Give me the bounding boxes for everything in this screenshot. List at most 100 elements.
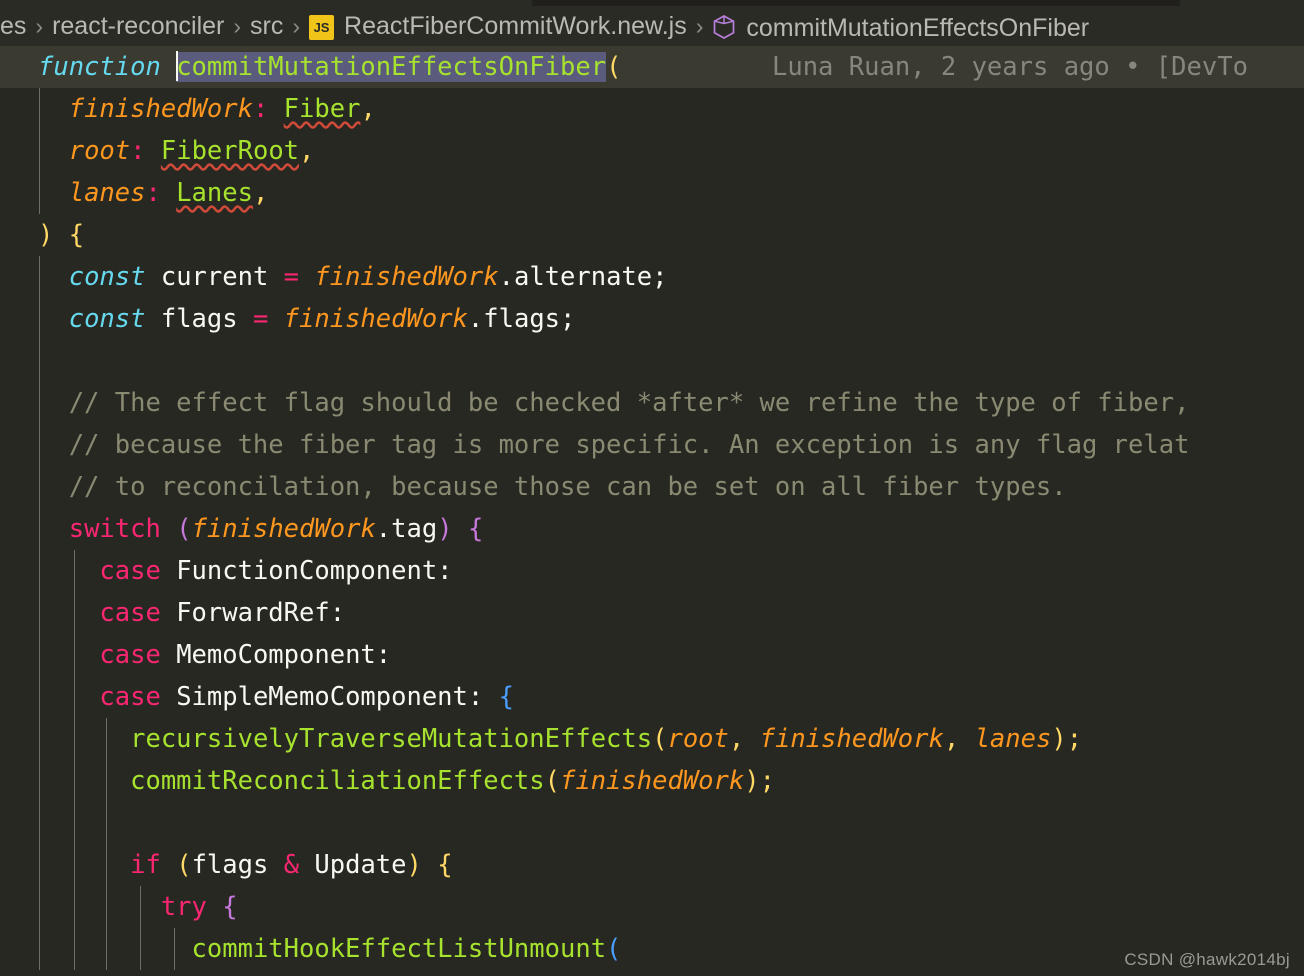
code-token: { [467, 514, 484, 544]
indent-guide [74, 718, 75, 760]
code-line[interactable]: case FunctionComponent: [0, 550, 1304, 592]
code-line[interactable]: // to reconcilation, because those can b… [0, 466, 1304, 508]
code-line[interactable]: function commitMutationEffectsOnFiber( [0, 46, 1304, 88]
code-token: , [252, 178, 269, 208]
watermark: CSDN @hawk2014bj [1124, 950, 1290, 969]
code-token: // The effect flag should be checked *af… [38, 388, 1190, 418]
code-token: ; [759, 766, 775, 796]
code-token: current [145, 262, 284, 292]
code-token: finishedWork [68, 94, 253, 124]
indent-guide [39, 634, 40, 676]
code-token: , [360, 94, 376, 124]
code-line-text: try { [38, 892, 238, 922]
code-line-text: // to reconcilation, because those can b… [38, 472, 1067, 502]
breadcrumb-item-3[interactable]: src [250, 12, 283, 41]
code-line[interactable]: case ForwardRef: [0, 592, 1304, 634]
code-token: ForwardRef: [160, 598, 346, 628]
code-line[interactable]: try { [0, 886, 1304, 928]
indent-guide [39, 298, 40, 340]
code-line[interactable]: // The effect flag should be checked *af… [0, 382, 1304, 424]
code-token: : [252, 94, 269, 124]
indent-guide [39, 256, 40, 298]
code-line[interactable]: commitHookEffectListUnmount( [0, 928, 1304, 970]
breadcrumb: es › react-reconciler › src › JS ReactFiberComm… [0, 6, 1304, 46]
indent-guide [106, 802, 107, 844]
breadcrumb-item-2[interactable]: react-reconciler [52, 12, 224, 41]
code-line[interactable] [0, 802, 1304, 844]
breadcrumb-item-4[interactable]: JS ReactFiberCommitWork.new.js [309, 12, 687, 41]
code-token: { [68, 220, 85, 250]
code-token: .flags; [467, 304, 576, 334]
code-token: const [68, 262, 146, 292]
code-token: finishedWork [191, 514, 376, 544]
indent-guide [74, 676, 75, 718]
indent-guide [74, 886, 75, 928]
code-token: // because the fiber tag is more specifi… [38, 430, 1190, 460]
code-line[interactable]: case MemoComponent: [0, 634, 1304, 676]
code-line[interactable]: switch (finishedWork.tag) { [0, 508, 1304, 550]
code-token: SimpleMemoComponent: [160, 682, 499, 712]
indent-guide [140, 928, 141, 970]
indent-guide [39, 466, 40, 508]
code-token: switch [68, 514, 161, 544]
text-cursor [176, 51, 179, 81]
indent-guide [106, 928, 107, 970]
code-line[interactable]: const flags = finishedWork.flags; [0, 298, 1304, 340]
code-line[interactable]: const current = finishedWork.alternate; [0, 256, 1304, 298]
code-line-text: // because the fiber tag is more specifi… [38, 430, 1190, 460]
code-line[interactable]: ) { [0, 214, 1304, 256]
breadcrumb-item-5[interactable]: commitMutationEffectsOnFiber [712, 10, 1089, 43]
code-token: ) [744, 766, 760, 796]
code-token: : [145, 178, 161, 208]
code-token: ( [606, 934, 622, 964]
code-line[interactable]: // because the fiber tag is more specifi… [0, 424, 1304, 466]
js-file-icon: JS [309, 15, 335, 41]
code-line-text: const flags = finishedWork.flags; [38, 304, 576, 334]
code-token: case [99, 640, 161, 670]
indent-guide [74, 592, 75, 634]
code-token: Update [299, 850, 407, 880]
code-line[interactable]: root: FiberRoot, [0, 130, 1304, 172]
code-line[interactable]: finishedWork: Fiber, [0, 88, 1304, 130]
code-token: ) [38, 220, 54, 250]
code-line[interactable]: commitReconciliationEffects(finishedWork… [0, 760, 1304, 802]
code-token: ( [176, 850, 192, 880]
indent-guide [39, 760, 40, 802]
code-line[interactable]: lanes: Lanes, [0, 172, 1304, 214]
code-token: finishedWork [314, 262, 499, 292]
indent-guide [39, 886, 40, 928]
code-token: .alternate; [498, 262, 668, 292]
indent-guide [39, 424, 40, 466]
code-content[interactable]: function commitMutationEffectsOnFiber( f… [0, 46, 1304, 970]
code-token: ) [406, 850, 422, 880]
code-line[interactable]: if (flags & Update) { [0, 844, 1304, 886]
breadcrumb-item-1[interactable]: es [0, 12, 26, 41]
indent-guide [39, 676, 40, 718]
code-token: & [283, 850, 300, 880]
code-editor[interactable]: function commitMutationEffectsOnFiber( f… [0, 46, 1304, 976]
indent-guide [106, 886, 107, 928]
code-token: ( [652, 724, 668, 754]
code-line-text: case SimpleMemoComponent: { [38, 682, 514, 712]
code-token: finishedWork [283, 304, 468, 334]
vscode-editor-window: es › react-reconciler › src › JS ReactFiberComm… [0, 0, 1304, 976]
code-token: commitHookEffectListUnmount [191, 934, 607, 964]
code-token: ( [544, 766, 560, 796]
indent-guide [39, 550, 40, 592]
code-token: case [99, 556, 161, 586]
code-line[interactable]: case SimpleMemoComponent: { [0, 676, 1304, 718]
code-token: if [130, 850, 161, 880]
code-line[interactable] [0, 340, 1304, 382]
code-line[interactable]: recursivelyTraverseMutationEffects(root,… [0, 718, 1304, 760]
